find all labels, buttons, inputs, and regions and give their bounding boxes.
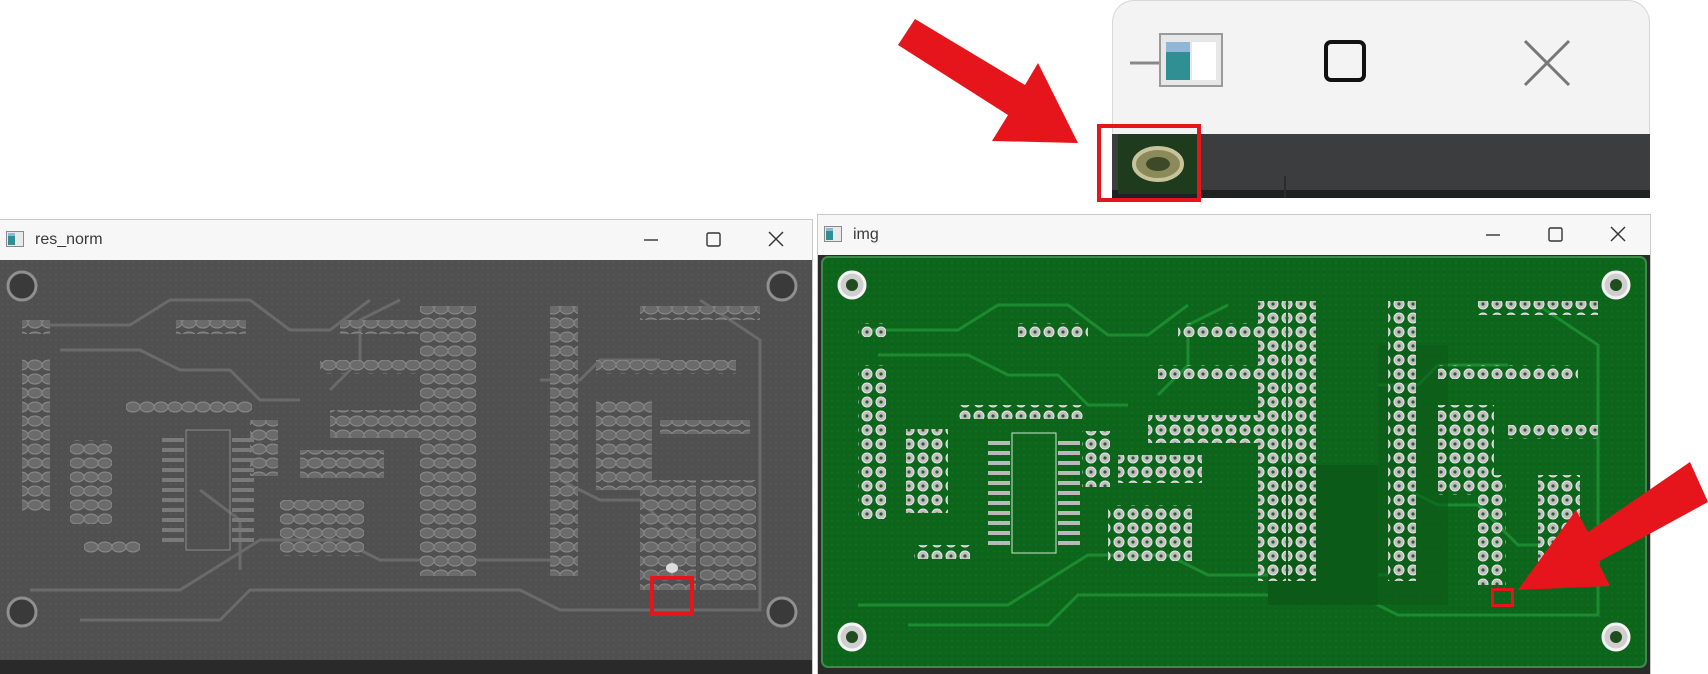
red-arrow-icon <box>898 19 1078 143</box>
close-icon-zoomed <box>1523 39 1571 87</box>
zoomed-divider <box>1284 176 1286 198</box>
res-norm-titlebar[interactable]: res_norm <box>0 220 812 261</box>
opencv-window-icon <box>824 226 842 242</box>
close-icon[interactable] <box>1603 223 1633 247</box>
minimize-icon[interactable] <box>1478 223 1508 247</box>
zoom-highlight-box <box>1097 124 1201 202</box>
opencv-window-icon <box>6 231 24 247</box>
img-highlight-box <box>1491 588 1514 607</box>
window-title: img <box>853 226 879 243</box>
minimize-icon[interactable] <box>636 228 666 252</box>
maximize-icon[interactable] <box>698 228 728 252</box>
close-icon[interactable] <box>761 228 791 252</box>
maximize-icon-zoomed <box>1324 40 1366 82</box>
res-norm-highlight-box <box>650 576 694 616</box>
window-app-icon-zoomed <box>1130 33 1223 87</box>
maximize-icon[interactable] <box>1540 223 1570 247</box>
window-title: res_norm <box>35 231 103 248</box>
img-titlebar[interactable]: img <box>818 215 1650 256</box>
red-arrow-icon <box>1518 462 1708 590</box>
